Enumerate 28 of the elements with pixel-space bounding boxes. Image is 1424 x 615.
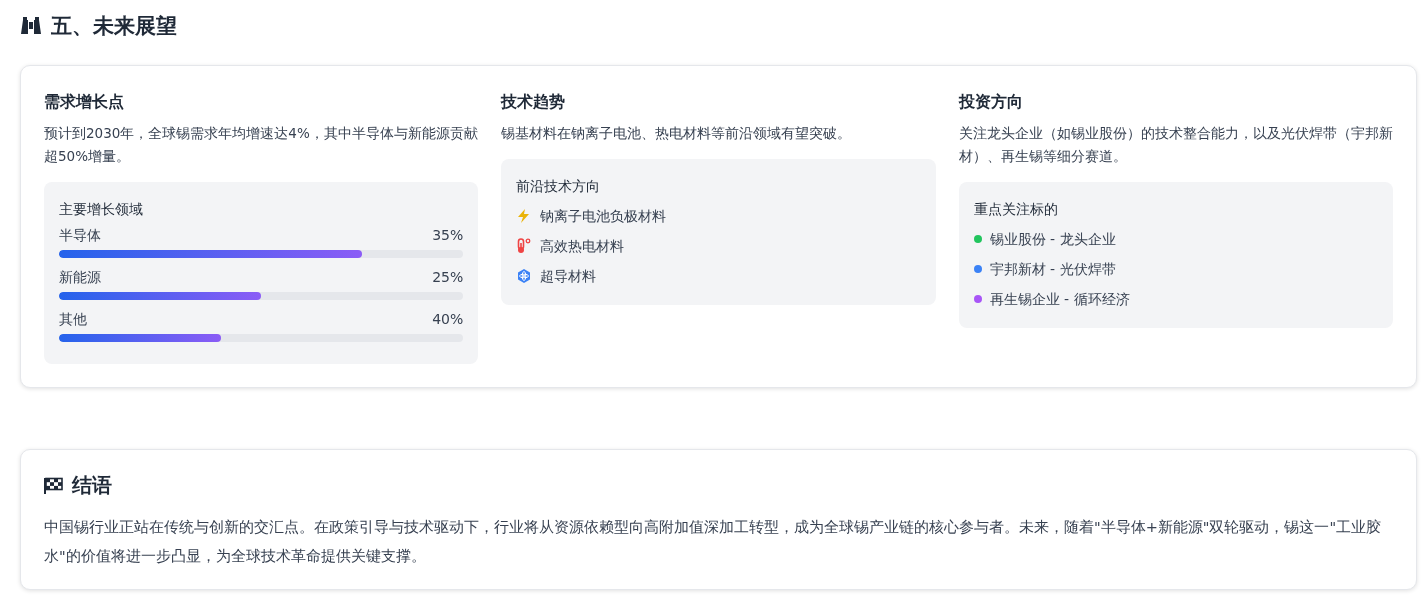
- list-item: 锡业股份 - 龙头企业: [989, 230, 1116, 249]
- atom-icon: [516, 268, 533, 284]
- bar-value: 25%: [432, 268, 464, 287]
- list-item: 高效热电材料: [540, 237, 625, 256]
- list-item: 超导材料: [540, 267, 597, 286]
- thermometer-icon: [516, 238, 533, 254]
- list-item: 宇邦新材 - 光伏焊带: [989, 260, 1116, 279]
- binoculars-icon: [20, 17, 42, 35]
- column-text: 预计到2030年，全球锡需求年均增速达4%，其中半导体与新能源贡献超50%增量。: [44, 124, 479, 166]
- column-heading: 需求增长点: [44, 91, 125, 113]
- bar-value: 40%: [432, 310, 464, 329]
- section-title: 五、未来展望: [51, 13, 177, 40]
- bar-label: 半导体: [59, 226, 101, 245]
- column-text: 锡基材料在钠离子电池、热电材料等前沿领域有望突破。: [501, 124, 853, 143]
- conclusion-text: 中国锡行业正站在传统与创新的交汇点。在政策引导与技术驱动下，行业将从资源依赖型向高附加值深加工转型，成为全球锡产业链的核心参与者。未来，随着"半导体+新能源"双轮驱动，锡这一"工业胶水"的价值将进一步凸显，为全球技术革命提供关键支撑。: [44, 518, 1383, 566]
- list-item: 钠离子电池负极材料: [540, 207, 667, 226]
- bar-value: 35%: [432, 226, 464, 245]
- checkered-flag-icon: [44, 476, 64, 495]
- list-item: 再生锡企业 - 循环经济: [989, 290, 1130, 309]
- panel-title: 前沿技术方向: [516, 177, 602, 196]
- bar-label: 其他: [59, 310, 87, 329]
- panel-title: 重点关注标的: [973, 200, 1059, 219]
- panel-title: 主要增长领域: [59, 200, 144, 219]
- column-heading: 技术趋势: [501, 91, 567, 113]
- column-heading: 投资方向: [958, 91, 1024, 113]
- bar-label: 新能源: [59, 268, 101, 287]
- column-text: 关注龙头企业（如锡业股份）的技术整合能力，以及光伏焊带（宇邦新材）、再生锡等细分赛道。: [958, 124, 1393, 166]
- conclusion-title: 结语: [72, 472, 112, 499]
